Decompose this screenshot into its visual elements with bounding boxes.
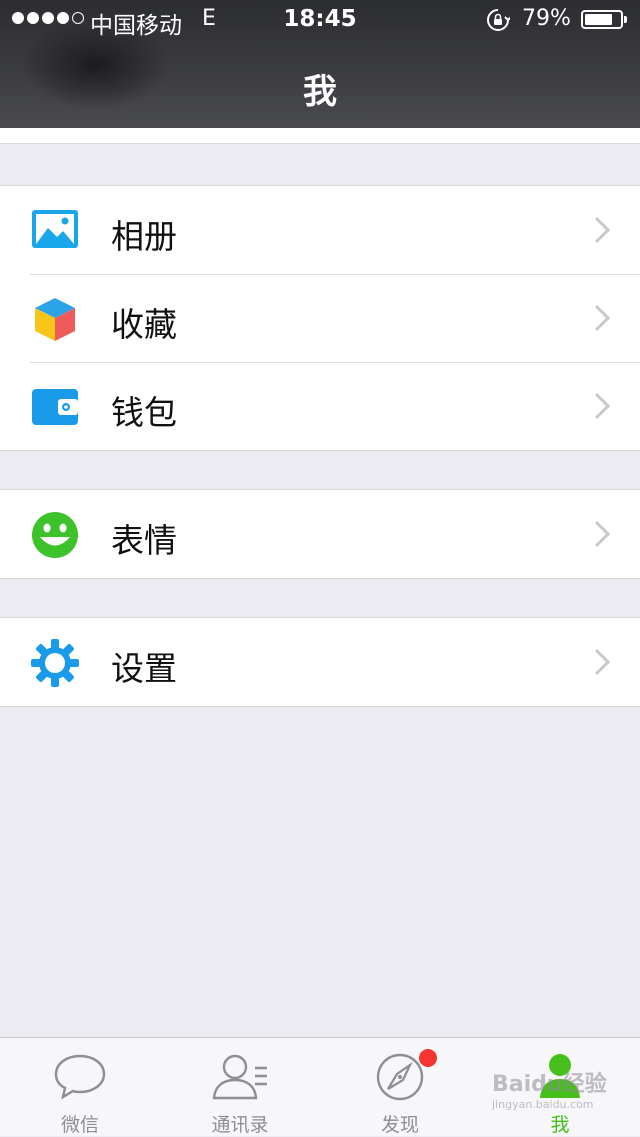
watermark-text: Baidu经验 bbox=[492, 1072, 607, 1097]
menu-item-album[interactable]: 相册 bbox=[0, 186, 640, 274]
chevron-right-icon bbox=[594, 304, 611, 336]
chevron-right-icon bbox=[594, 216, 611, 248]
settings-gear-icon bbox=[30, 638, 80, 688]
menu-item-label: 表情 bbox=[111, 521, 177, 560]
status-bar: 中国移动 E 18:45 79% bbox=[0, 0, 640, 40]
contacts-icon bbox=[211, 1052, 269, 1106]
chevron-right-icon bbox=[594, 392, 611, 424]
menu-group-3: 设置 bbox=[0, 617, 640, 707]
rotation-lock-icon bbox=[486, 8, 512, 38]
menu-item-settings[interactable]: 设置 bbox=[0, 618, 640, 706]
favorites-icon bbox=[30, 294, 80, 344]
watermark-url: jingyan.baidu.com bbox=[492, 1098, 594, 1111]
sticker-icon bbox=[30, 510, 80, 560]
album-icon bbox=[30, 206, 80, 256]
menu-item-wallet[interactable]: 钱包 bbox=[0, 362, 640, 450]
tab-label: 微信 bbox=[60, 1114, 99, 1136]
tab-label: 发现 bbox=[380, 1114, 419, 1136]
battery-percent: 79% bbox=[522, 6, 571, 31]
tab-label: 我 bbox=[550, 1114, 570, 1136]
navigation-bar: 中国移动 E 18:45 79% 我 bbox=[0, 0, 640, 128]
menu-item-favorites[interactable]: 收藏 bbox=[0, 274, 640, 362]
menu-item-stickers[interactable]: 表情 bbox=[0, 490, 640, 578]
battery-level bbox=[585, 14, 612, 25]
page-title: 我 bbox=[303, 72, 337, 112]
chevron-right-icon bbox=[594, 520, 611, 552]
wallet-icon bbox=[30, 382, 80, 432]
profile-area-edge bbox=[0, 128, 640, 144]
chevron-right-icon bbox=[594, 648, 611, 680]
chat-bubble-icon bbox=[53, 1052, 107, 1106]
tab-chats[interactable]: 微信 bbox=[0, 1038, 160, 1137]
menu-item-label: 设置 bbox=[111, 649, 177, 688]
menu-item-label: 收藏 bbox=[111, 305, 177, 344]
tab-label: 通讯录 bbox=[211, 1114, 269, 1136]
menu-item-label: 相册 bbox=[111, 217, 177, 256]
battery-icon bbox=[581, 10, 627, 29]
tab-discover[interactable]: 发现 bbox=[320, 1038, 480, 1137]
menu-item-label: 钱包 bbox=[111, 393, 177, 432]
discover-badge bbox=[418, 1048, 438, 1068]
menu-group-1: 相册 收藏 钱包 bbox=[0, 185, 640, 451]
tab-contacts[interactable]: 通讯录 bbox=[160, 1038, 320, 1137]
menu-group-2: 表情 bbox=[0, 489, 640, 579]
